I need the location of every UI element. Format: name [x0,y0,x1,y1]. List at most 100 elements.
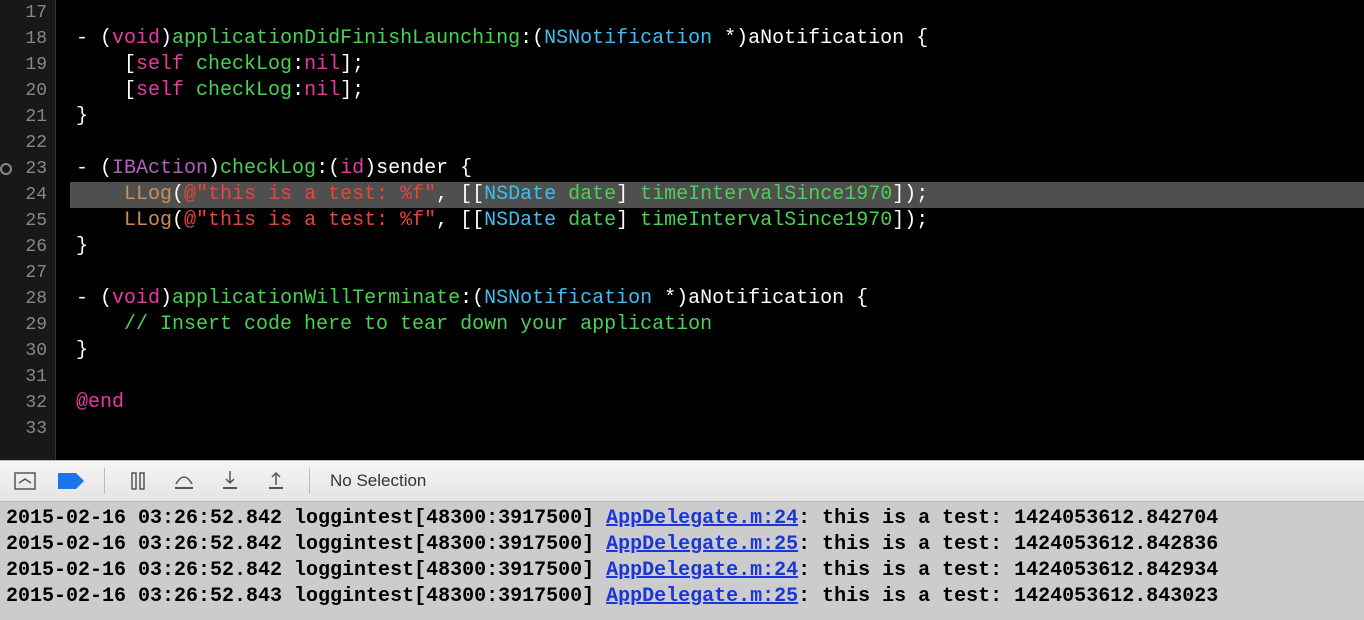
code-token: [ [76,53,136,76]
line-number[interactable]: 26 [8,234,47,260]
line-number[interactable]: 19 [8,52,47,78]
code-token: [ [76,79,136,102]
code-token: } [76,235,88,258]
console-message: : this is a test: 1424053612.842836 [798,533,1218,556]
step-out-icon[interactable] [263,468,289,494]
code-token: LLog [124,209,172,232]
code-token: NSNotification [484,287,652,310]
code-line[interactable] [76,364,1364,390]
console-message: : this is a test: 1424053612.842934 [798,559,1218,582]
line-number[interactable]: 17 [8,0,47,26]
code-token: ) [160,287,172,310]
code-token: ] [616,183,640,206]
code-token: } [76,339,88,362]
console-message: : this is a test: 1424053612.843023 [798,585,1218,608]
code-line[interactable]: - (IBAction)checkLog:(id)sender { [76,156,1364,182]
code-token: :( [316,157,340,180]
code-token: timeIntervalSince1970 [640,209,892,232]
line-number[interactable]: 18 [8,26,47,52]
code-area[interactable]: - (void)applicationDidFinishLaunching:(N… [56,0,1364,460]
line-number[interactable]: 20 [8,78,47,104]
code-token: - ( [76,157,112,180]
code-token: )sender { [364,157,472,180]
code-token: @"this is a test: %f" [184,209,436,232]
code-token: , [[ [436,183,484,206]
line-number[interactable]: 23 [8,156,47,182]
code-token: ]; [340,79,364,102]
code-token: date [568,209,616,232]
step-over-icon[interactable] [171,468,197,494]
console-prefix: 2015-02-16 03:26:52.843 loggintest[48300… [6,585,606,608]
code-token: applicationDidFinishLaunching [172,27,520,50]
line-number[interactable]: 29 [8,312,47,338]
code-line[interactable]: @end [76,390,1364,416]
line-number[interactable]: 21 [8,104,47,130]
breakpoints-icon[interactable] [58,468,84,494]
code-line[interactable]: [self checkLog:nil]; [76,78,1364,104]
code-line[interactable]: LLog(@"this is a test: %f", [[NSDate dat… [76,208,1364,234]
code-token: , [[ [436,209,484,232]
debug-toolbar: No Selection [0,460,1364,502]
line-number[interactable]: 25 [8,208,47,234]
toolbar-separator [104,468,105,494]
code-token: applicationWillTerminate [172,287,460,310]
code-token: @end [76,391,124,414]
code-token: *)aNotification { [652,287,868,310]
line-number[interactable]: 32 [8,390,47,416]
code-token: timeIntervalSince1970 [640,183,892,206]
code-line[interactable]: // Insert code here to tear down your ap… [76,312,1364,338]
code-token [184,53,196,76]
step-into-icon[interactable] [217,468,243,494]
code-token: nil [304,53,340,76]
code-line[interactable]: } [76,104,1364,130]
code-line[interactable] [76,0,1364,26]
code-token: void [112,287,160,310]
console-output[interactable]: 2015-02-16 03:26:52.842 loggintest[48300… [0,502,1364,620]
console-source-link[interactable]: AppDelegate.m:25 [606,533,798,556]
console-source-link[interactable]: AppDelegate.m:24 [606,559,798,582]
console-message: : this is a test: 1424053612.842704 [798,507,1218,530]
toolbar-separator [309,468,310,494]
code-token: self [136,79,184,102]
code-line[interactable]: LLog(@"this is a test: %f", [[NSDate dat… [76,182,1364,208]
code-token: *)aNotification { [712,27,928,50]
code-line[interactable]: } [76,338,1364,364]
line-number[interactable]: 30 [8,338,47,364]
code-token: - ( [76,287,112,310]
console-source-link[interactable]: AppDelegate.m:24 [606,507,798,530]
line-number[interactable]: 33 [8,416,47,442]
console-prefix: 2015-02-16 03:26:52.842 loggintest[48300… [6,559,606,582]
console-source-link[interactable]: AppDelegate.m:25 [606,585,798,608]
pause-icon[interactable] [125,468,151,494]
line-number-gutter[interactable]: 1718192021222324252627282930313233 [0,0,56,460]
code-line[interactable]: } [76,234,1364,260]
code-token: checkLog [196,53,292,76]
line-number[interactable]: 27 [8,260,47,286]
code-token: : [292,79,304,102]
code-line[interactable] [76,260,1364,286]
line-number[interactable]: 31 [8,364,47,390]
code-token: ( [172,183,184,206]
code-line[interactable]: - (void)applicationWillTerminate:(NSNoti… [76,286,1364,312]
line-number[interactable]: 24 [8,182,47,208]
code-token: ( [172,209,184,232]
code-line[interactable] [76,130,1364,156]
code-token [556,183,568,206]
code-token: void [112,27,160,50]
code-token: NSDate [484,183,556,206]
code-editor[interactable]: 1718192021222324252627282930313233 - (vo… [0,0,1364,460]
code-token: IBAction [112,157,208,180]
code-token: ]); [892,183,928,206]
code-token: ]); [892,209,928,232]
breakpoint-marker-icon[interactable] [0,163,12,175]
toggle-console-icon[interactable] [12,468,38,494]
code-token: checkLog [220,157,316,180]
line-number[interactable]: 28 [8,286,47,312]
code-line[interactable]: - (void)applicationDidFinishLaunching:(N… [76,26,1364,52]
code-line[interactable] [76,416,1364,442]
console-prefix: 2015-02-16 03:26:52.842 loggintest[48300… [6,533,606,556]
console-line: 2015-02-16 03:26:52.842 loggintest[48300… [6,558,1358,584]
code-line[interactable]: [self checkLog:nil]; [76,52,1364,78]
line-number[interactable]: 22 [8,130,47,156]
code-token: ] [616,209,640,232]
